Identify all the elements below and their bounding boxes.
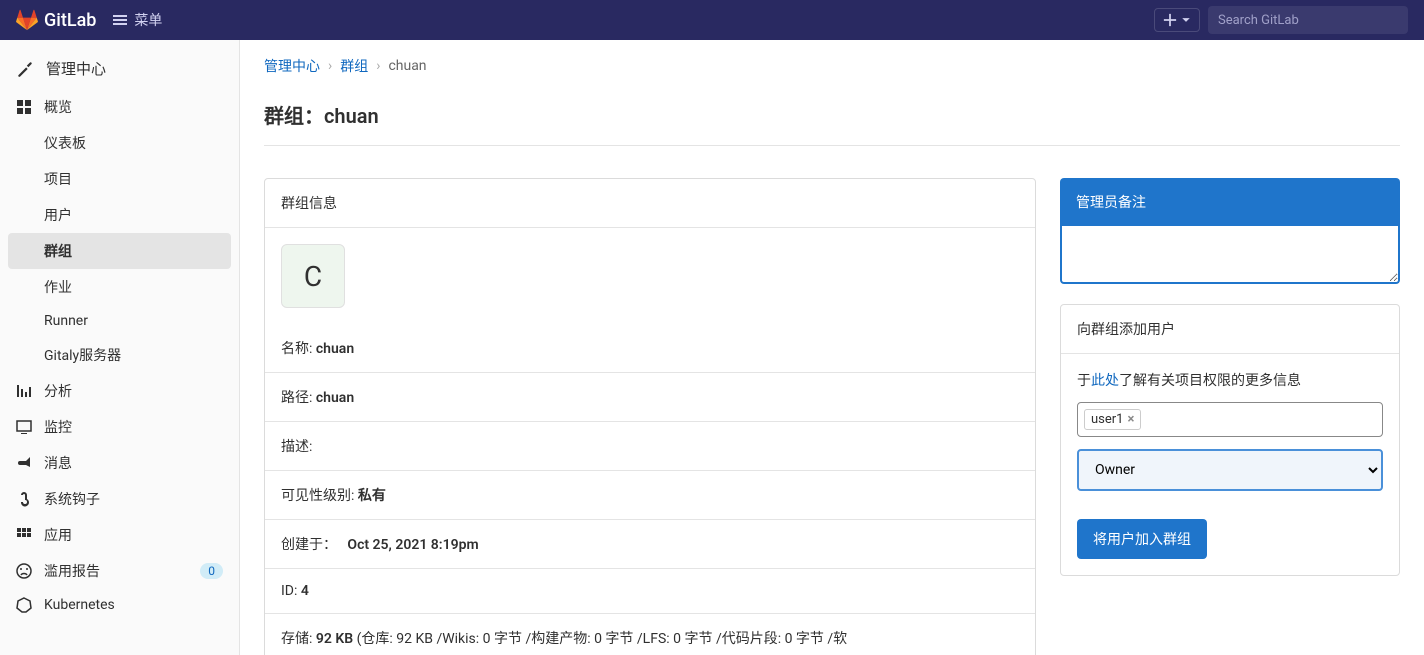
- sidebar-item-messages[interactable]: 消息: [0, 445, 239, 481]
- user-tag: user1 ×: [1084, 409, 1141, 430]
- admin-sidebar: 管理中心 概览 仪表板 项目 用户 群组 作业 Runner Gitaly服务器…: [0, 40, 240, 655]
- plus-icon: [1163, 13, 1177, 27]
- sidebar-item-label: 消息: [44, 453, 72, 473]
- group-avatar: C: [281, 244, 345, 308]
- breadcrumb: 管理中心 › 群组 › chuan: [264, 56, 1400, 76]
- menu-toggle[interactable]: 菜单: [112, 10, 162, 30]
- sidebar-item-label: 应用: [44, 525, 72, 545]
- kubernetes-icon: [16, 597, 32, 613]
- breadcrumb-sep: ›: [328, 58, 332, 74]
- tanuki-icon: [16, 9, 38, 31]
- abuse-icon: [16, 563, 32, 579]
- dashboard-icon: [16, 99, 32, 115]
- row-created: 创建于： Oct 25, 2021 8:19pm: [265, 520, 1035, 569]
- add-user-header: 向群组添加用户: [1061, 305, 1399, 354]
- sidebar-item-label: 概览: [44, 97, 72, 117]
- wrench-icon: [16, 60, 34, 78]
- sidebar-sub-jobs[interactable]: 作业: [0, 269, 239, 305]
- row-path: 路径: chuan: [265, 373, 1035, 422]
- sidebar-sub-runner[interactable]: Runner: [0, 305, 239, 337]
- apps-icon: [16, 527, 32, 543]
- gitlab-logo[interactable]: GitLab: [16, 9, 96, 31]
- new-dropdown[interactable]: [1154, 8, 1200, 32]
- main-content: 管理中心 › 群组 › chuan 群组：chuan 群组信息 C 名称: ch…: [240, 40, 1424, 655]
- breadcrumb-admin[interactable]: 管理中心: [264, 56, 320, 76]
- breadcrumb-groups[interactable]: 群组: [340, 56, 368, 76]
- row-description: 描述:: [265, 422, 1035, 471]
- sidebar-sub-projects[interactable]: 项目: [0, 161, 239, 197]
- admin-notes-header: 管理员备注: [1060, 178, 1400, 226]
- sidebar-item-overview[interactable]: 概览: [0, 89, 239, 125]
- menu-label: 菜单: [134, 10, 162, 30]
- sidebar-item-abuse[interactable]: 滥用报告 0: [0, 553, 239, 589]
- sidebar-item-label: Kubernetes: [44, 597, 115, 613]
- top-navbar: GitLab 菜单: [0, 0, 1424, 40]
- admin-notes-panel: 管理员备注: [1060, 178, 1400, 288]
- bullhorn-icon: [16, 455, 32, 471]
- sidebar-sub-groups[interactable]: 群组: [8, 233, 231, 269]
- chevron-down-icon: [1181, 15, 1191, 25]
- sidebar-item-kubernetes[interactable]: Kubernetes: [0, 589, 239, 621]
- chart-icon: [16, 383, 32, 399]
- sidebar-item-monitoring[interactable]: 监控: [0, 409, 239, 445]
- user-select-input[interactable]: user1 ×: [1077, 402, 1383, 437]
- add-user-button[interactable]: 将用户加入群组: [1077, 519, 1207, 559]
- sidebar-item-label: 滥用报告: [44, 561, 100, 581]
- page-title: 群组：chuan: [264, 100, 1400, 146]
- admin-notes-input[interactable]: [1060, 226, 1400, 284]
- brand-text: GitLab: [44, 10, 96, 31]
- hamburger-icon: [112, 12, 128, 28]
- sidebar-sub-dashboard[interactable]: 仪表板: [0, 125, 239, 161]
- permissions-hint: 于此处了解有关项目权限的更多信息: [1077, 370, 1383, 390]
- permissions-link[interactable]: 此处: [1091, 373, 1119, 389]
- role-select[interactable]: Owner: [1077, 449, 1383, 491]
- sidebar-item-applications[interactable]: 应用: [0, 517, 239, 553]
- sidebar-item-hooks[interactable]: 系统钩子: [0, 481, 239, 517]
- search-input[interactable]: [1208, 6, 1408, 34]
- group-info-panel: 群组信息 C 名称: chuan 路径: chuan 描述:: [264, 178, 1036, 655]
- sidebar-sub-gitaly[interactable]: Gitaly服务器: [0, 337, 239, 373]
- sidebar-item-label: 分析: [44, 381, 72, 401]
- hook-icon: [16, 491, 32, 507]
- sidebar-item-label: 监控: [44, 417, 72, 437]
- row-id: ID: 4: [265, 569, 1035, 614]
- group-info-header: 群组信息: [265, 179, 1035, 228]
- abuse-badge: 0: [200, 563, 223, 579]
- sidebar-item-analytics[interactable]: 分析: [0, 373, 239, 409]
- breadcrumb-sep: ›: [376, 58, 380, 74]
- row-visibility: 可见性级别: 私有: [265, 471, 1035, 520]
- remove-tag-icon[interactable]: ×: [1127, 412, 1134, 427]
- monitor-icon: [16, 419, 32, 435]
- row-name: 名称: chuan: [265, 324, 1035, 373]
- add-user-panel: 向群组添加用户 于此处了解有关项目权限的更多信息 user1 × O: [1060, 304, 1400, 576]
- row-storage: 存储: 92 KB (仓库: 92 KB /Wikis: 0 字节 /构建产物:…: [265, 614, 1035, 655]
- sidebar-sub-users[interactable]: 用户: [0, 197, 239, 233]
- sidebar-item-label: 系统钩子: [44, 489, 100, 509]
- sidebar-title: 管理中心: [0, 48, 239, 89]
- breadcrumb-current: chuan: [388, 58, 426, 74]
